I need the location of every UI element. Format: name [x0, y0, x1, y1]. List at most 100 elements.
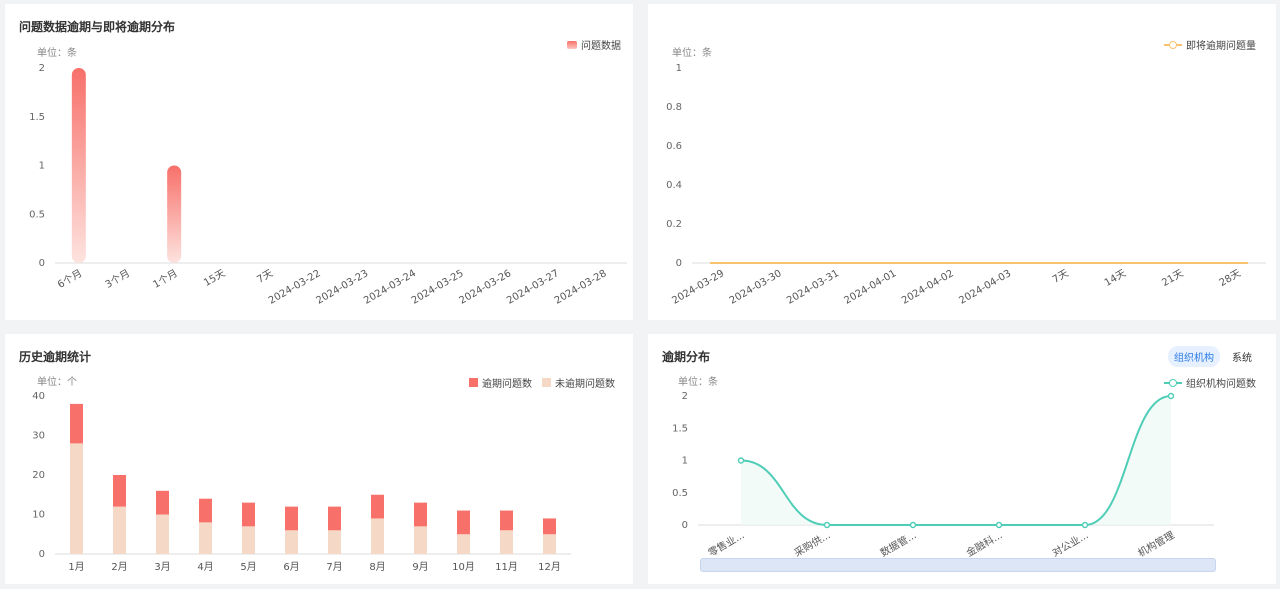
y-tick-label: 1 — [39, 161, 45, 172]
y-tick-label: 1 — [676, 63, 682, 74]
x-tick-label: 机构管理 — [1135, 528, 1176, 559]
bar-overdue — [457, 510, 470, 535]
x-tick-label: 2024-03-31 — [785, 268, 841, 307]
y-tick-label: 1.5 — [29, 112, 45, 123]
y-tick-label: 20 — [32, 470, 45, 481]
x-tick-label: 2024-03-23 — [314, 268, 370, 307]
bar-not-overdue — [371, 518, 384, 554]
y-tick-label: 0.6 — [666, 141, 682, 152]
bar-not-overdue — [70, 443, 83, 554]
x-tick-label: 15天 — [202, 268, 227, 289]
y-tick-label: 1 — [682, 456, 688, 467]
x-tick-label: 3月 — [154, 561, 170, 573]
bar-overdue — [543, 518, 556, 535]
data-point — [834, 262, 837, 264]
x-tick-label: 2024-04-02 — [900, 268, 956, 307]
bar-overdue — [156, 490, 169, 515]
x-tick-label: 8月 — [369, 561, 385, 573]
bar-not-overdue — [414, 526, 427, 554]
data-point — [1006, 262, 1009, 264]
x-tick-label: 7月 — [326, 561, 342, 573]
y-tick-label: 0 — [682, 520, 688, 531]
x-tick-label: 2024-03-29 — [670, 268, 726, 307]
chart-1: 00.511.526个月 3个月 1个月 15天 7天2024-03-222024-03… — [29, 63, 627, 307]
y-tick-label: 0.8 — [666, 102, 682, 113]
x-tick-label: 采购供... — [792, 528, 833, 559]
bar-not-overdue — [113, 506, 126, 554]
data-point — [823, 521, 831, 529]
y-tick-label: 2 — [682, 391, 688, 402]
chart-2: 00.20.40.60.812024-03-29 2024-03-30 2024-0… — [666, 63, 1266, 307]
bar — [167, 165, 182, 263]
bar-not-overdue — [199, 522, 212, 554]
upcoming-overdue-panel: 单位：条 即将逾期问题量 0 0.2 0.4 0.6 0.8 1 2024-03-29 202… — [648, 4, 1276, 320]
x-tick-label: 2月 — [111, 561, 127, 573]
y-tick-label: 0.5 — [29, 209, 45, 220]
bar-overdue — [285, 506, 298, 531]
x-tick-label: 2024-03-28 — [553, 268, 609, 307]
x-tick-label: 2024-03-25 — [410, 268, 466, 307]
x-tick-label: 14天 — [1103, 268, 1128, 289]
bar-not-overdue — [457, 534, 470, 554]
chart-3: 0 10 20 30 40 1月 2月 3月 4月 5月 6月 7月 8月 9月 10月 11月 12月 — [32, 391, 571, 573]
x-tick-label: 21天 — [1160, 268, 1185, 289]
y-tick-label: 1.5 — [672, 423, 688, 434]
data-point — [1121, 262, 1124, 264]
bar-overdue — [500, 510, 513, 531]
x-tick-label: 零售业... — [706, 528, 747, 559]
x-tick-label: 2024-03-26 — [457, 268, 513, 307]
overdue-distribution-panel: 问题数据逾期与即将逾期分布 单位：条 问题数据 0 0.5 1 1.5 2 6个月 3个月 1… — [5, 4, 633, 320]
zoom-slider[interactable] — [700, 558, 1216, 572]
x-tick-label: 7天 — [1051, 268, 1071, 286]
y-tick-label: 10 — [32, 510, 45, 521]
y-tick-label: 0.4 — [666, 180, 682, 191]
bar-not-overdue — [543, 534, 556, 554]
data-point — [737, 457, 745, 464]
bar-not-overdue — [500, 530, 513, 554]
x-tick-label: 1个月 — [151, 267, 180, 291]
series-line — [740, 395, 1172, 526]
y-tick-label: 0 — [39, 258, 45, 269]
y-tick-label: 0 — [676, 258, 682, 269]
x-tick-label: 4月 — [197, 561, 213, 573]
x-tick-label: 5月 — [240, 561, 256, 573]
y-tick-label: 2 — [39, 63, 45, 74]
bar-not-overdue — [285, 530, 298, 554]
x-tick-label: 9月 — [412, 561, 428, 573]
x-tick-label: 10月 — [452, 561, 475, 573]
data-point — [719, 262, 722, 264]
data-point — [1081, 521, 1089, 529]
chart-4: 0 0.5 1 1.5 2 零售业... 采购供... 数据管... 金融科... 对公业... 机… — [672, 391, 1214, 560]
bar-not-overdue — [242, 526, 255, 554]
data-point — [892, 262, 894, 264]
bar-overdue — [414, 502, 427, 527]
x-tick-label: 数据管... — [878, 528, 919, 559]
x-tick-label: 2024-03-27 — [505, 268, 561, 307]
bar-not-overdue — [328, 530, 341, 554]
history-overdue-panel: 历史逾期统计 单位：个 逾期问题数 未逾期问题数 0 10 20 30 40 1月 2月 3月… — [5, 334, 633, 584]
data-point — [1179, 262, 1181, 264]
bar-overdue — [242, 502, 255, 527]
bar-overdue — [113, 475, 126, 507]
series-area — [741, 396, 1171, 525]
x-tick-label: 6个月 — [55, 267, 84, 291]
x-tick-label: 3个月 — [103, 267, 132, 291]
x-tick-label: 2024-04-03 — [957, 268, 1013, 307]
data-point — [949, 262, 952, 264]
data-point — [909, 521, 917, 529]
y-tick-label: 0.2 — [666, 219, 682, 230]
x-tick-label: 1月 — [68, 561, 84, 573]
y-tick-label: 40 — [32, 391, 45, 402]
x-tick-label: 2024-03-24 — [362, 268, 418, 307]
x-tick-label: 11月 — [495, 561, 518, 573]
x-tick-label: 7天 — [255, 268, 275, 286]
x-tick-label: 2024-04-01 — [843, 268, 899, 307]
data-point — [1064, 262, 1066, 264]
x-tick-label: 2024-03-22 — [267, 268, 323, 307]
bar-not-overdue — [156, 514, 169, 554]
bar-overdue — [199, 498, 212, 523]
x-tick-label: 金融科... — [964, 528, 1005, 559]
x-tick-label: 12月 — [538, 561, 561, 573]
x-tick-label: 28天 — [1218, 268, 1243, 289]
bar-overdue — [328, 506, 341, 531]
